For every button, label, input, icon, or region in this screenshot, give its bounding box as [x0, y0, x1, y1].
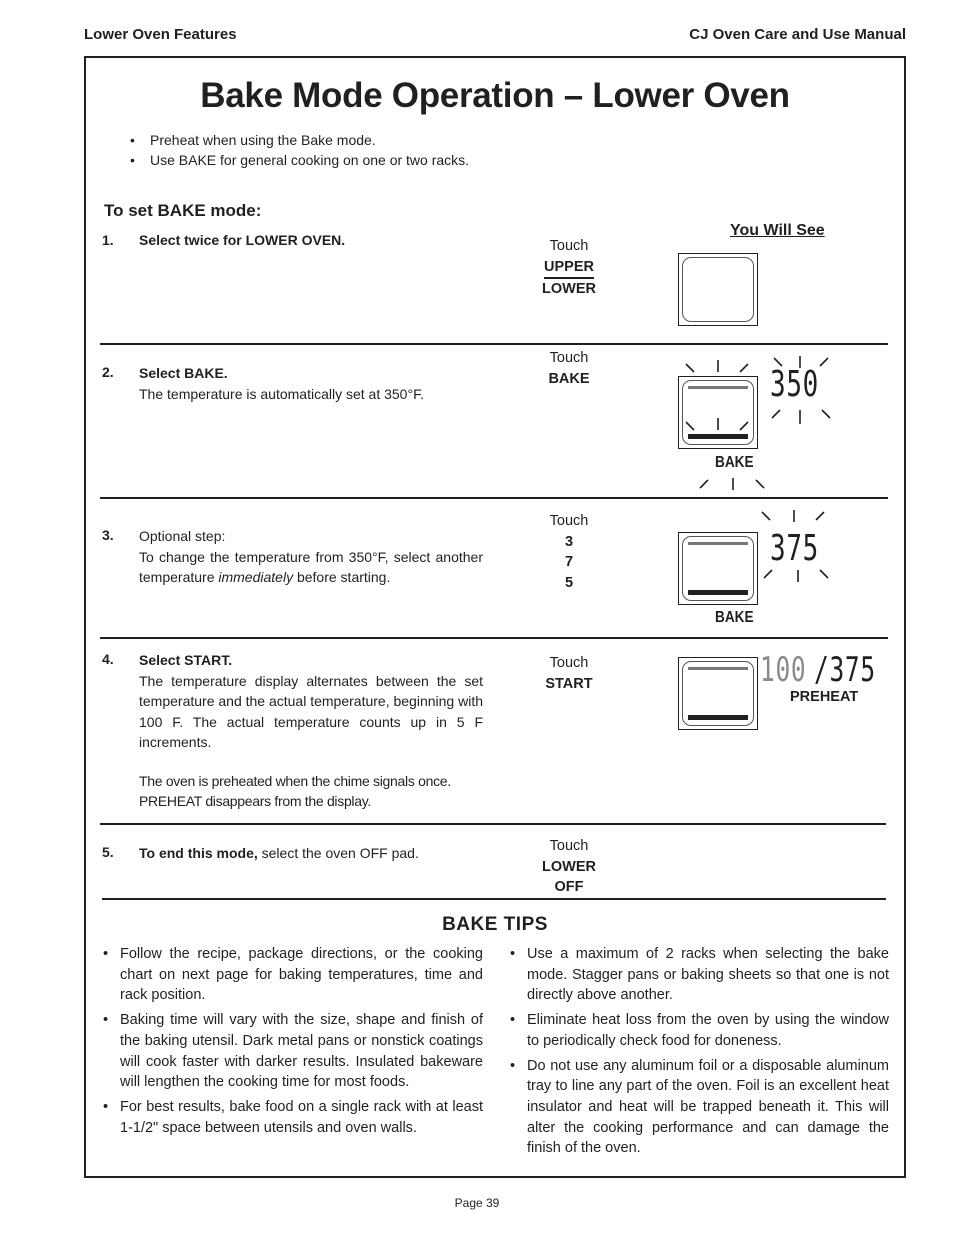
actual-temperature-display: 100	[760, 650, 807, 690]
step-1-number: 1.	[102, 232, 114, 248]
divider	[100, 343, 888, 345]
running-header-manual: CJ Oven Care and Use Manual	[689, 26, 906, 43]
step-4-title: Select START.	[139, 652, 233, 668]
digit-3-key[interactable]: 3	[519, 532, 619, 553]
step-1-touch: Touch UPPER LOWER	[519, 236, 619, 300]
preheat-indicator: PREHEAT	[790, 689, 859, 705]
page-title: Bake Mode Operation – Lower Oven	[200, 76, 790, 115]
tip-item: Baking time will vary with the size, sha…	[100, 1010, 483, 1093]
tip-item: Follow the recipe, package directions, o…	[100, 944, 483, 1006]
temperature-display: 375	[770, 528, 819, 569]
step-2-touch: Touch BAKE	[519, 348, 619, 389]
step-3-body-end: before starting.	[293, 569, 391, 585]
step-4-touch: Touch START	[519, 653, 619, 694]
step-2-body: The temperature is automatically set at …	[139, 385, 424, 402]
off-key[interactable]: OFF	[519, 877, 619, 898]
step-5-number: 5.	[102, 844, 114, 860]
bake-mode-indicator: BAKE	[715, 454, 754, 471]
intro-bullet: Preheat when using the Bake mode.	[130, 130, 469, 150]
upper-key[interactable]: UPPER	[544, 257, 594, 279]
content-frame: Bake Mode Operation – Lower Oven Preheat…	[84, 56, 906, 1178]
tips-list-left: Follow the recipe, package directions, o…	[100, 944, 483, 1142]
step-2-number: 2.	[102, 364, 114, 380]
intro-list: Preheat when using the Bake mode. Use BA…	[130, 130, 469, 170]
temperature-display: 350	[770, 364, 819, 405]
step-3-text: Optional step: To change the temperature…	[139, 526, 483, 588]
divider	[100, 497, 888, 499]
step-4-note: The oven is preheated when the chime sig…	[139, 772, 451, 810]
step-4-number: 4.	[102, 651, 114, 667]
section-subheading: To set BAKE mode:	[104, 201, 262, 220]
divider	[100, 637, 888, 639]
step-3-emphasis: immediately	[218, 569, 294, 585]
tip-item: Eliminate heat loss from the oven by usi…	[507, 1010, 889, 1051]
touch-label: Touch	[549, 513, 589, 529]
you-will-see-label: You Will See	[730, 222, 825, 239]
touch-label: Touch	[549, 238, 589, 254]
start-key[interactable]: START	[519, 674, 619, 695]
step-2-text: Select BAKE. The temperature is automati…	[139, 363, 484, 404]
tips-list-right: Use a maximum of 2 racks when selecting …	[507, 944, 889, 1163]
set-temperature-display: /375	[814, 650, 876, 690]
digit-7-key[interactable]: 7	[519, 552, 619, 573]
bake-mode-indicator: BAKE	[715, 609, 754, 626]
step-1-title: Select twice for LOWER OVEN.	[139, 232, 346, 248]
step-3-number: 3.	[102, 527, 114, 543]
step-5-title: To end this mode,	[139, 845, 258, 861]
touch-label: Touch	[549, 350, 589, 366]
tip-item: Do not use any aluminum foil or a dispos…	[507, 1056, 889, 1160]
lower-key[interactable]: LOWER	[519, 857, 619, 878]
divider	[100, 823, 886, 825]
tip-item: For best results, bake food on a single …	[100, 1097, 483, 1138]
divider	[102, 898, 886, 900]
running-header-section: Lower Oven Features	[84, 26, 237, 43]
step-4-body: The temperature display alternates betwe…	[139, 672, 483, 751]
oven-window-bake-icon	[678, 532, 758, 605]
bake-key[interactable]: BAKE	[519, 369, 619, 390]
lower-key[interactable]: LOWER	[519, 279, 619, 300]
digit-5-key[interactable]: 5	[519, 573, 619, 594]
step-5-text: To end this mode, select the oven OFF pa…	[139, 843, 419, 864]
step-3-title: Optional step:	[139, 528, 226, 544]
touch-label: Touch	[549, 655, 589, 671]
tips-heading: BAKE TIPS	[442, 914, 548, 935]
intro-bullet: Use BAKE for general cooking on one or t…	[130, 150, 469, 170]
oven-window-bake-icon	[678, 657, 758, 730]
step-2-title: Select BAKE.	[139, 365, 228, 381]
page-number: Page 39	[454, 1196, 500, 1210]
touch-label: Touch	[549, 838, 589, 854]
step-3-touch: Touch 3 7 5	[519, 511, 619, 593]
step-5-touch: Touch LOWER OFF	[519, 836, 619, 898]
step-4-text: Select START. The temperature display al…	[139, 650, 483, 812]
oven-window-icon	[678, 253, 758, 326]
step-5-body: select the oven OFF pad.	[257, 845, 419, 861]
tip-item: Use a maximum of 2 racks when selecting …	[507, 944, 889, 1006]
